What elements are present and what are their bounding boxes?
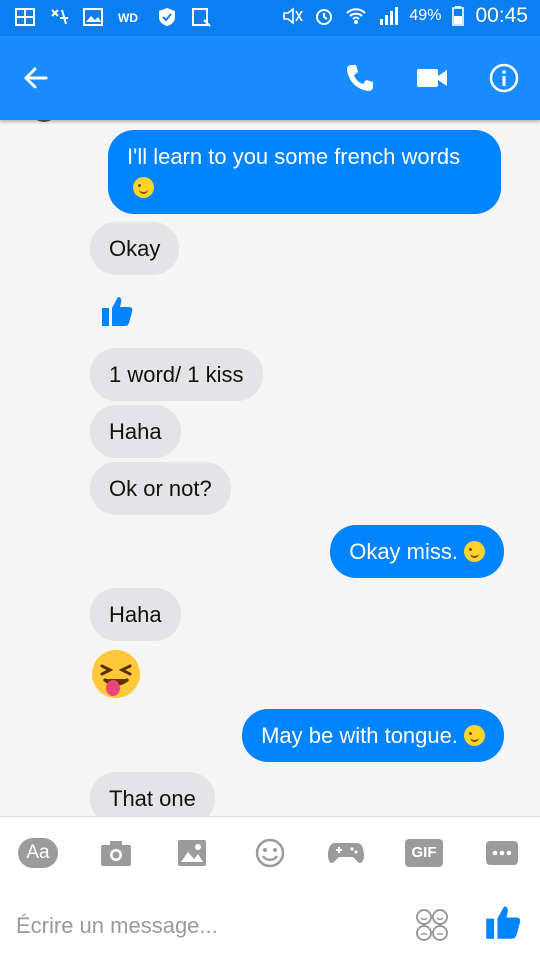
battery-icon bbox=[452, 6, 465, 26]
thumbs-up-icon[interactable] bbox=[100, 294, 134, 328]
wink-emoji-icon bbox=[464, 541, 485, 562]
info-icon bbox=[489, 63, 519, 93]
message-bubble-outgoing[interactable]: Okay miss. bbox=[330, 525, 504, 578]
clock: 00:45 bbox=[475, 4, 528, 27]
conversation-header bbox=[0, 36, 540, 120]
stickers-button[interactable] bbox=[414, 907, 450, 943]
arrow-left-icon bbox=[24, 67, 48, 89]
back-button[interactable] bbox=[16, 58, 56, 98]
message-text: Okay bbox=[109, 236, 161, 261]
gif-label: GIF bbox=[405, 839, 443, 867]
text-format-label: Aa bbox=[18, 838, 58, 868]
signal-icon bbox=[380, 7, 399, 25]
message-text: May be with tongue. bbox=[261, 723, 458, 748]
message-bubble-incoming[interactable]: That one bbox=[90, 772, 215, 816]
alarm-icon bbox=[316, 9, 333, 25]
message-list[interactable]: I'll learn to you some french words Okay… bbox=[0, 120, 540, 816]
video-camera-icon bbox=[417, 69, 447, 87]
message-bubble-incoming[interactable]: 1 word/ 1 kiss bbox=[90, 348, 263, 401]
message-text: I'll learn to you some french words bbox=[127, 144, 461, 169]
thumbs-up-icon bbox=[486, 906, 521, 939]
message-bubble-incoming[interactable]: Ok or not? bbox=[90, 462, 231, 515]
info-button[interactable] bbox=[484, 58, 524, 98]
message-text: Okay miss. bbox=[349, 539, 458, 564]
message-text: Haha bbox=[109, 602, 162, 627]
status-bar: WD 49% 00:45 bbox=[0, 0, 540, 36]
camera-icon bbox=[101, 841, 131, 866]
image-icon bbox=[178, 840, 206, 866]
mute-icon bbox=[283, 7, 304, 25]
message-bubble-incoming[interactable]: Okay bbox=[90, 222, 180, 275]
games-button[interactable] bbox=[326, 835, 366, 871]
phone-icon bbox=[347, 65, 373, 91]
emoji-icon bbox=[255, 838, 285, 868]
message-composer: Aa GIF bbox=[0, 816, 540, 960]
message-text: Haha bbox=[109, 419, 162, 444]
text-format-button[interactable]: Aa bbox=[18, 835, 58, 871]
download-notification-icon bbox=[192, 8, 211, 27]
message-text: Ok or not? bbox=[109, 476, 212, 501]
camera-button[interactable] bbox=[96, 835, 136, 871]
svg-text:WD: WD bbox=[118, 11, 138, 25]
message-bubble-outgoing[interactable]: May be with tongue. bbox=[242, 709, 504, 762]
more-icon bbox=[486, 841, 518, 865]
send-like-button[interactable] bbox=[484, 903, 522, 941]
gamepad-icon bbox=[328, 843, 364, 863]
call-button[interactable] bbox=[340, 58, 380, 98]
tongue-out-emoji-icon[interactable] bbox=[90, 648, 142, 700]
emoji-button[interactable] bbox=[250, 835, 290, 871]
video-call-button[interactable] bbox=[412, 58, 452, 98]
sender-avatar bbox=[30, 120, 58, 122]
wink-emoji-icon bbox=[464, 725, 485, 746]
message-bubble-outgoing[interactable]: I'll learn to you some french words bbox=[108, 130, 501, 214]
notification-grid-icon bbox=[15, 8, 35, 26]
app-notification-icon bbox=[51, 9, 68, 25]
message-bubble-incoming[interactable]: Haha bbox=[90, 588, 181, 641]
shield-icon bbox=[159, 8, 175, 26]
message-bubble-incoming[interactable]: Haha bbox=[90, 405, 181, 458]
message-input[interactable] bbox=[16, 909, 396, 943]
composer-toolbar: Aa GIF bbox=[0, 835, 540, 875]
battery-percentage: 49% bbox=[409, 7, 442, 24]
wd-notification-icon: WD bbox=[118, 11, 138, 25]
gallery-button[interactable] bbox=[172, 835, 212, 871]
stickers-icon bbox=[416, 909, 448, 941]
message-text: 1 word/ 1 kiss bbox=[109, 362, 244, 387]
gallery-notification-icon bbox=[83, 8, 103, 26]
gif-button[interactable]: GIF bbox=[404, 835, 444, 871]
wifi-icon bbox=[346, 8, 367, 24]
message-text: That one bbox=[109, 786, 196, 811]
more-button[interactable] bbox=[482, 835, 522, 871]
wink-emoji-icon bbox=[133, 177, 154, 198]
